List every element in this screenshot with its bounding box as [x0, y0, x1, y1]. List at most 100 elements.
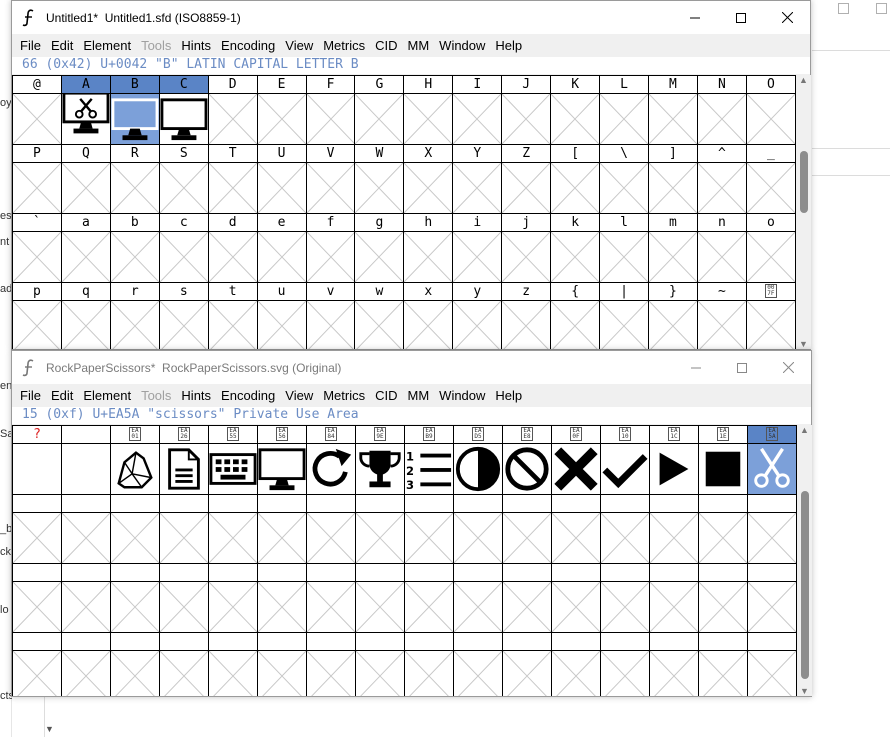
glyph-label[interactable] [257, 632, 307, 651]
glyph-label[interactable]: S [158, 144, 209, 163]
glyph-label[interactable]: M [647, 75, 698, 94]
glyph-label[interactable] [355, 563, 405, 582]
glyph-label[interactable]: \ [599, 144, 649, 163]
glyph-cell[interactable] [159, 581, 209, 633]
glyph-label[interactable] [61, 563, 111, 582]
glyph-cell[interactable] [452, 231, 503, 283]
glyph-cell[interactable] [698, 443, 748, 495]
glyph-cell[interactable] [12, 443, 62, 495]
glyph-label[interactable]: c [158, 213, 209, 232]
glyph-cell[interactable] [745, 93, 796, 145]
glyph-cell[interactable] [61, 443, 111, 495]
glyph-cell[interactable] [600, 581, 650, 633]
glyph-label[interactable]: e [256, 213, 307, 232]
glyph-cell[interactable] [110, 650, 160, 696]
glyph-cell[interactable] [257, 443, 307, 495]
glyph-label[interactable]: ~ [696, 282, 747, 301]
glyph-label[interactable]: C [158, 75, 209, 94]
glyph-cell[interactable] [306, 443, 356, 495]
glyph-label[interactable] [12, 563, 62, 582]
glyph-label[interactable]: EA 84 [306, 425, 356, 444]
glyph-cell[interactable] [12, 93, 62, 145]
glyph-label[interactable] [404, 632, 454, 651]
glyph-cell[interactable]: 123 [404, 443, 454, 495]
glyph-label[interactable]: f [305, 213, 356, 232]
scroll-up-icon[interactable]: ▲ [800, 425, 809, 435]
scroll-down-icon[interactable]: ▼ [799, 339, 808, 349]
glyph-cell[interactable] [12, 300, 62, 349]
glyph-label[interactable] [453, 632, 503, 651]
glyph-label[interactable]: EA 1C [649, 425, 699, 444]
glyph-label[interactable]: A [60, 75, 111, 94]
glyph-label[interactable] [257, 494, 307, 513]
glyph-label[interactable]: v [305, 282, 356, 301]
glyph-label[interactable] [404, 563, 454, 582]
glyph-label[interactable]: P [12, 144, 62, 163]
glyph-label[interactable] [551, 494, 601, 513]
glyph-label[interactable] [698, 494, 748, 513]
glyph-cell[interactable] [60, 93, 111, 145]
glyph-label[interactable]: x [403, 282, 454, 301]
glyph-cell[interactable] [403, 231, 454, 283]
glyph-cell[interactable] [696, 93, 747, 145]
glyph-cell[interactable] [110, 581, 160, 633]
glyph-label[interactable] [551, 632, 601, 651]
menu-file[interactable]: File [15, 38, 46, 53]
glyph-cell[interactable] [60, 162, 111, 214]
glyph-label[interactable]: B [109, 75, 160, 94]
glyph-label[interactable]: } [647, 282, 698, 301]
glyph-label[interactable]: X [403, 144, 454, 163]
glyph-cell[interactable] [159, 443, 209, 495]
glyph-cell[interactable] [12, 650, 62, 696]
menu-cid[interactable]: CID [370, 388, 402, 403]
glyph-label[interactable] [208, 632, 258, 651]
glyph-label[interactable] [502, 563, 552, 582]
glyph-label[interactable] [208, 563, 258, 582]
glyph-label[interactable]: ^ [696, 144, 747, 163]
glyph-cell[interactable] [453, 512, 503, 564]
glyph-label[interactable]: EA 55 [208, 425, 258, 444]
glyph-label[interactable]: L [599, 75, 649, 94]
glyph-label[interactable]: r [109, 282, 160, 301]
glyph-label[interactable]: ] [647, 144, 698, 163]
glyph-label[interactable] [159, 563, 209, 582]
glyph-label[interactable] [61, 494, 111, 513]
glyph-label[interactable]: EA 0F [551, 425, 601, 444]
menu-tools[interactable]: Tools [136, 38, 176, 53]
glyph-grid[interactable]: @ A B C D E F G H I J K L M N O P Q R S T U V W X Y Z [\] ^ _ ` a b c d e f g… [12, 75, 796, 349]
glyph-label[interactable]: b [109, 213, 160, 232]
menu-window[interactable]: Window [434, 38, 490, 53]
glyph-label[interactable]: EA D5 [453, 425, 503, 444]
glyph-label[interactable] [453, 494, 503, 513]
glyph-label[interactable]: EA B9 [404, 425, 454, 444]
glyph-label[interactable]: [ [550, 144, 601, 163]
menu-view[interactable]: View [280, 38, 318, 53]
glyph-label[interactable]: @ [12, 75, 62, 94]
glyph-label[interactable] [404, 494, 454, 513]
scroll-up-icon[interactable]: ▲ [799, 75, 808, 85]
glyph-label[interactable]: G [354, 75, 405, 94]
glyph-label[interactable]: EA 01 [110, 425, 160, 444]
glyph-cell[interactable] [306, 650, 356, 696]
glyph-cell[interactable] [453, 581, 503, 633]
glyph-label[interactable] [61, 632, 111, 651]
glyph-label[interactable] [61, 425, 111, 444]
glyph-cell[interactable] [452, 162, 503, 214]
glyph-label[interactable]: ` [12, 213, 62, 232]
glyph-label[interactable] [355, 632, 405, 651]
glyph-cell[interactable] [12, 231, 62, 283]
glyph-label[interactable]: T [207, 144, 258, 163]
glyph-label[interactable]: K [550, 75, 601, 94]
glyph-cell[interactable] [599, 300, 649, 349]
glyph-cell[interactable] [355, 443, 405, 495]
glyph-cell[interactable] [647, 93, 698, 145]
menu-help[interactable]: Help [490, 38, 527, 53]
glyph-cell[interactable] [305, 231, 356, 283]
glyph-label[interactable]: O [745, 75, 796, 94]
glyph-cell[interactable] [354, 231, 405, 283]
glyph-cell[interactable] [649, 650, 699, 696]
menu-encoding[interactable]: Encoding [216, 388, 280, 403]
glyph-cell[interactable] [256, 231, 307, 283]
menu-edit[interactable]: Edit [46, 38, 78, 53]
glyph-cell[interactable] [696, 231, 747, 283]
